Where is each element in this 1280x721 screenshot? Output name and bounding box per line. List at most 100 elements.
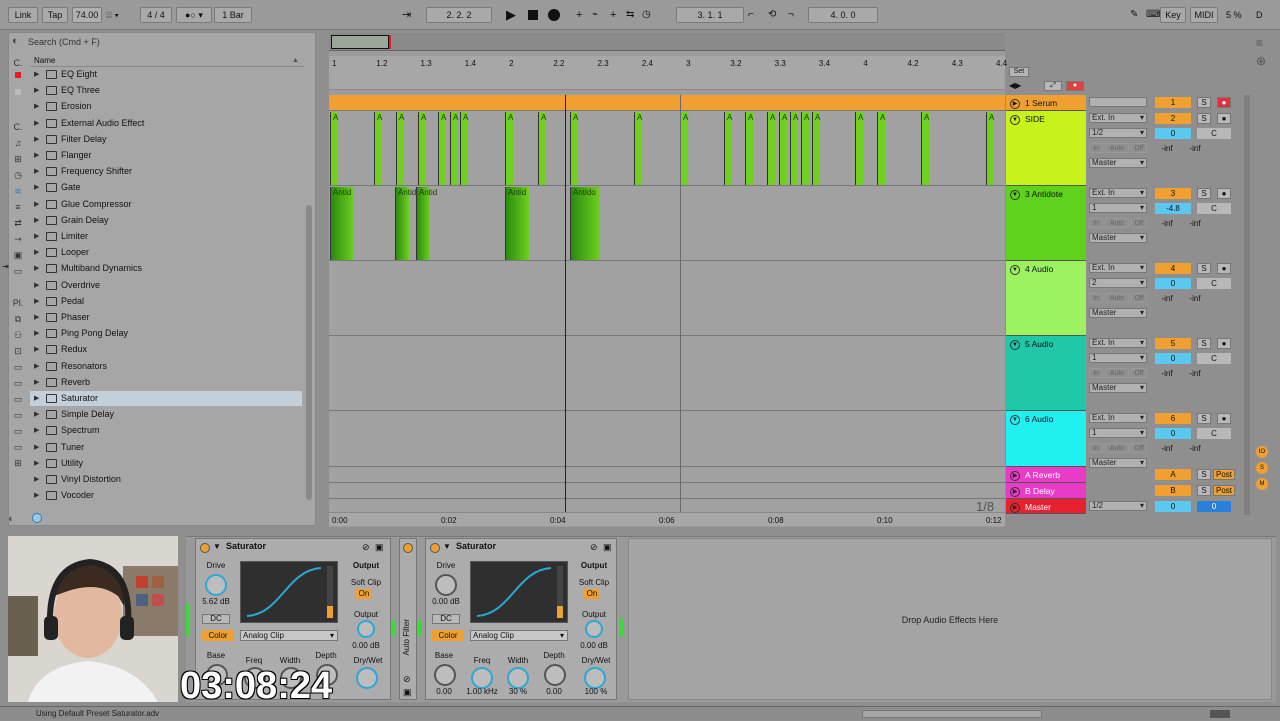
send-a-field[interactable]: -inf bbox=[1155, 368, 1179, 379]
pan-field[interactable]: C bbox=[1197, 278, 1231, 289]
browser-item[interactable]: ▶ Grain Delay bbox=[30, 213, 302, 228]
follow-icon[interactable]: ⇥ bbox=[402, 7, 422, 23]
return-activator[interactable]: A bbox=[1155, 469, 1191, 480]
monitor-in-button[interactable]: In bbox=[1089, 143, 1103, 153]
track-name[interactable]: SIDE bbox=[1025, 114, 1045, 124]
zoom-grid-readout[interactable]: 1/8 bbox=[976, 499, 994, 514]
quantize-menu[interactable]: 1 Bar bbox=[214, 7, 252, 23]
track-lane-side[interactable] bbox=[329, 111, 1005, 186]
arm-button[interactable]: ● bbox=[1217, 338, 1231, 349]
browser-item[interactable]: ▶ Spectrum bbox=[30, 423, 302, 438]
overdub-icon[interactable]: + bbox=[576, 7, 582, 23]
output-select[interactable]: Master ▾ bbox=[1089, 158, 1147, 168]
expand-triangle-icon[interactable]: ▶ bbox=[34, 99, 39, 114]
browser-item[interactable]: ▶ Utility bbox=[30, 456, 302, 471]
input-type-select[interactable]: Ext. In ▾ bbox=[1089, 188, 1147, 198]
browser-item[interactable]: ▶ Erosion bbox=[30, 99, 302, 114]
expand-triangle-icon[interactable]: ▶ bbox=[34, 423, 39, 438]
browser-item[interactable]: ▶ EQ Three bbox=[30, 83, 302, 98]
browser-search-input[interactable]: Search (Cmd + F) bbox=[28, 35, 316, 49]
output-select[interactable]: Master ▾ bbox=[1089, 308, 1147, 318]
input-type-select[interactable]: Ext. In ▾ bbox=[1089, 263, 1147, 273]
volume-field[interactable]: 0 bbox=[1155, 278, 1191, 289]
audio-clip[interactable]: A bbox=[450, 112, 458, 185]
device-hotswap-icon[interactable]: ⊘ bbox=[362, 542, 370, 553]
input-channel-select[interactable]: 2 ▾ bbox=[1089, 278, 1147, 288]
monitor-auto-button[interactable]: Auto bbox=[1105, 368, 1129, 378]
track-header[interactable]: ▼ 4 Audio bbox=[1006, 261, 1086, 336]
browser-item[interactable]: ▶ Vinyl Distortion bbox=[30, 472, 302, 487]
drywet-knob[interactable] bbox=[356, 667, 378, 689]
loop-start-field[interactable]: 3. 1. 1 bbox=[676, 7, 744, 23]
audio-clip[interactable]: A bbox=[374, 112, 382, 185]
audio-clip[interactable]: A bbox=[779, 112, 787, 185]
io-toggle-icon[interactable]: IO bbox=[1256, 446, 1268, 458]
monitor-off-button[interactable]: Off bbox=[1131, 293, 1147, 303]
depth-knob[interactable] bbox=[544, 664, 566, 686]
prev-locator-icon[interactable]: ◀▶ bbox=[1009, 81, 1021, 90]
category-sounds-icon[interactable]: C. bbox=[12, 122, 24, 132]
track-header[interactable]: ▼ 6 Audio bbox=[1006, 411, 1086, 467]
folder-icon[interactable]: ▭ bbox=[12, 410, 24, 420]
post-button[interactable]: Post bbox=[1213, 485, 1235, 496]
expand-triangle-icon[interactable]: ▶ bbox=[34, 310, 39, 325]
browser-item[interactable]: ▶ Phaser bbox=[30, 310, 302, 325]
monitor-in-button[interactable]: In bbox=[1089, 368, 1103, 378]
folder-icon[interactable]: ▭ bbox=[12, 394, 24, 404]
track-activator[interactable]: 3 bbox=[1155, 188, 1191, 199]
track-activator[interactable]: 5 bbox=[1155, 338, 1191, 349]
audio-clip[interactable]: A bbox=[680, 112, 688, 185]
solo-button[interactable]: S bbox=[1197, 413, 1211, 424]
expand-triangle-icon[interactable]: ▶ bbox=[34, 261, 39, 276]
output-knob[interactable] bbox=[585, 620, 603, 638]
device-fold-icon[interactable]: ▼ bbox=[443, 542, 451, 551]
depth-value[interactable]: 0.00 bbox=[538, 687, 570, 696]
volume-field[interactable]: 0 bbox=[1155, 428, 1191, 439]
send-b-field[interactable]: -inf bbox=[1183, 218, 1207, 229]
device-save-icon[interactable]: ▣ bbox=[603, 542, 612, 553]
collection-grey-icon[interactable] bbox=[15, 89, 21, 95]
audio-clip[interactable]: A bbox=[877, 112, 885, 185]
expand-triangle-icon[interactable]: ▶ bbox=[34, 197, 39, 212]
automation-lock-icon[interactable]: ● bbox=[1066, 81, 1084, 91]
capture-icon[interactable]: + bbox=[610, 7, 616, 23]
draw-mode-icon[interactable]: ✎ bbox=[1130, 7, 1138, 23]
expand-triangle-icon[interactable]: ▶ bbox=[34, 326, 39, 341]
track-name[interactable]: 5 Audio bbox=[1025, 339, 1053, 349]
sounds-icon[interactable]: ♫ bbox=[12, 138, 24, 148]
keyboard-icon[interactable]: ⌨ bbox=[1146, 7, 1160, 23]
collection-red-icon[interactable] bbox=[15, 72, 21, 78]
track-name[interactable]: 3 Antidote bbox=[1025, 189, 1063, 199]
solo-button[interactable]: S bbox=[1197, 188, 1211, 199]
auto-filter-device-folded[interactable]: Auto Filter ⊘ ▣ bbox=[399, 538, 417, 700]
track-lane-audio-6[interactable] bbox=[329, 411, 1005, 467]
set-locator-button[interactable]: Set bbox=[1009, 67, 1029, 77]
volume-field[interactable]: -4.8 bbox=[1155, 203, 1191, 214]
loop-length-field[interactable]: 4. 0. 0 bbox=[808, 7, 878, 23]
monitor-off-button[interactable]: Off bbox=[1131, 218, 1147, 228]
arm-button[interactable]: ● bbox=[1217, 413, 1231, 424]
audio-effects-icon[interactable]: ≋ bbox=[12, 186, 24, 196]
solo-button[interactable]: S bbox=[1197, 485, 1211, 496]
audio-clip[interactable]: Antid bbox=[505, 187, 529, 260]
track-activator[interactable]: 6 bbox=[1155, 413, 1191, 424]
solo-button[interactable]: S bbox=[1197, 113, 1211, 124]
browser-item[interactable]: ▶ Looper bbox=[30, 245, 302, 260]
browser-item[interactable]: ▶ Glue Compressor bbox=[30, 197, 302, 212]
track-lane-antidote[interactable] bbox=[329, 186, 1005, 261]
audio-clip[interactable]: A bbox=[745, 112, 753, 185]
pan-field[interactable]: C bbox=[1197, 128, 1231, 139]
monitor-off-button[interactable]: Off bbox=[1131, 368, 1147, 378]
browser-item[interactable]: ▶ Multiband Dynamics bbox=[30, 261, 302, 276]
max-for-live-icon[interactable]: ⇄ bbox=[12, 218, 24, 228]
fold-icon[interactable]: ⤢ bbox=[1044, 81, 1062, 91]
track-header[interactable]: ▼ 3 Antidote bbox=[1006, 186, 1086, 261]
play-icon[interactable]: ▶ bbox=[506, 7, 516, 23]
expand-triangle-icon[interactable]: ▶ bbox=[34, 213, 39, 228]
browser-item[interactable]: ▶ EQ Eight bbox=[30, 67, 302, 82]
browser-item[interactable]: ▶ Flanger bbox=[30, 148, 302, 163]
expand-triangle-icon[interactable]: ▶ bbox=[34, 83, 39, 98]
drop-effects-area[interactable]: Drop Audio Effects Here bbox=[628, 538, 1272, 700]
audio-clip[interactable]: A bbox=[724, 112, 732, 185]
dc-button[interactable]: DC bbox=[202, 614, 230, 624]
